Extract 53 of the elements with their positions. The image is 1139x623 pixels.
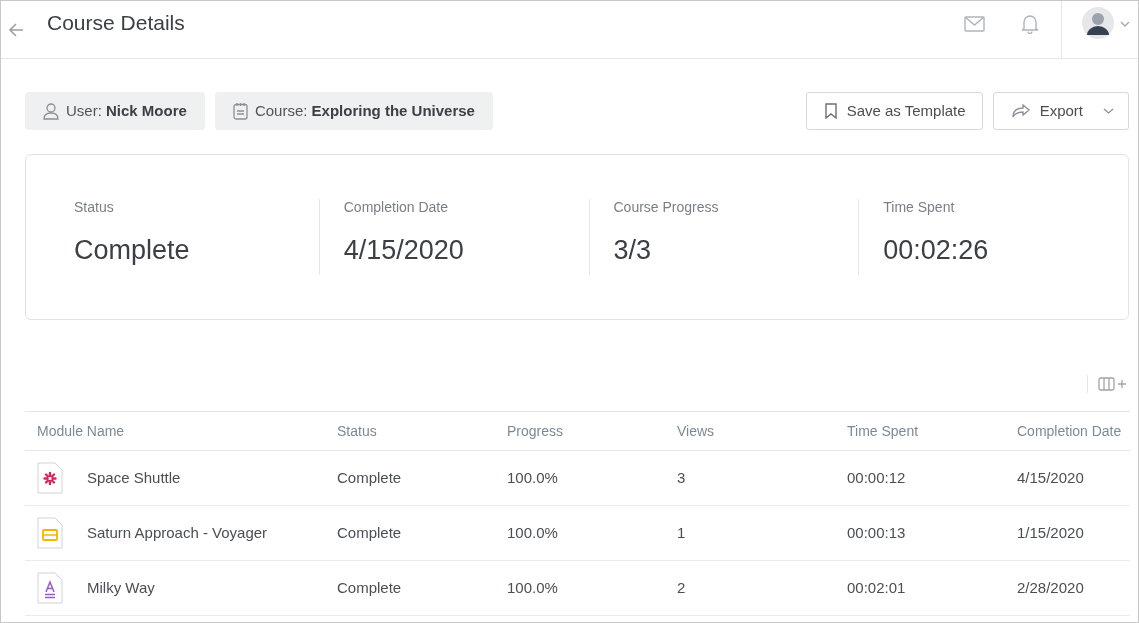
page-title: Course Details <box>47 9 185 36</box>
module-name[interactable]: Milky Way <box>87 576 155 600</box>
column-header[interactable]: Completion Date <box>1017 420 1130 442</box>
module-name[interactable]: Saturn Approach - Voyager <box>87 521 268 545</box>
table-cell-text: 100.0% <box>507 522 558 543</box>
caret-icon <box>1103 108 1114 114</box>
stat-value: 00:02:26 <box>883 234 990 268</box>
stat-label: Completion Date <box>343 198 450 218</box>
table-cell-text: 2 <box>677 577 686 598</box>
filter-label: Course: Exploring the Universe <box>254 100 475 121</box>
stat-value: 3/3 <box>613 234 653 268</box>
notepad-icon <box>232 102 248 120</box>
module-name[interactable]: Space Shuttle <box>87 466 181 490</box>
filter-label: User: Nick Moore <box>66 100 187 121</box>
bell-icon[interactable] <box>1021 13 1039 34</box>
table-cell-text: 2/28/2020 <box>1017 577 1084 598</box>
export-button[interactable]: Export <box>992 92 1129 130</box>
share-arrow-icon <box>1011 104 1030 118</box>
table-cell-text: 1 <box>677 522 686 543</box>
user-icon <box>43 102 59 120</box>
table-cell-text: 3 <box>677 467 686 488</box>
table-cell-text: 00:00:13 <box>847 522 906 543</box>
avatar-icon[interactable] <box>1082 7 1114 39</box>
add-column-icon[interactable] <box>1098 377 1127 391</box>
save-template-button[interactable]: Save as Template <box>805 92 983 130</box>
stat-label: Course Progress <box>613 198 720 218</box>
filter-chip[interactable]: Course: Exploring the Universe <box>214 92 493 130</box>
column-header[interactable]: Views <box>677 420 847 442</box>
back-arrow-icon[interactable] <box>7 20 25 39</box>
file-icon <box>37 462 63 494</box>
stat-value: 4/15/2020 <box>343 234 465 268</box>
table-cell-text: 100.0% <box>507 577 558 598</box>
column-header[interactable]: Progress <box>507 420 677 442</box>
table-cell-text: 4/15/2020 <box>1017 467 1084 488</box>
table-cell-text: 1/15/2020 <box>1017 522 1084 543</box>
stat-value: Complete <box>74 234 191 268</box>
column-header[interactable]: Status <box>337 420 507 442</box>
table-cell-text: 00:00:12 <box>847 467 906 488</box>
mail-icon[interactable] <box>964 15 985 32</box>
filter-chip[interactable]: User: Nick Moore <box>25 92 205 130</box>
caret-icon[interactable] <box>1120 21 1130 27</box>
table-cell-text: Complete <box>337 577 402 598</box>
slides-file-icon <box>37 517 63 549</box>
column-header[interactable]: Time Spent <box>847 420 1017 442</box>
bookmark-icon <box>824 103 837 119</box>
stat-label: Time Spent <box>883 198 956 218</box>
text-file-icon <box>37 572 63 604</box>
table-cell-text: Complete <box>337 522 402 543</box>
table-cell-text: Complete <box>337 467 402 488</box>
stat-label: Status <box>74 198 115 218</box>
column-header[interactable]: Module Name <box>37 420 337 442</box>
table-cell-text: 00:02:01 <box>847 577 906 598</box>
table-cell-text: 100.0% <box>507 467 558 488</box>
